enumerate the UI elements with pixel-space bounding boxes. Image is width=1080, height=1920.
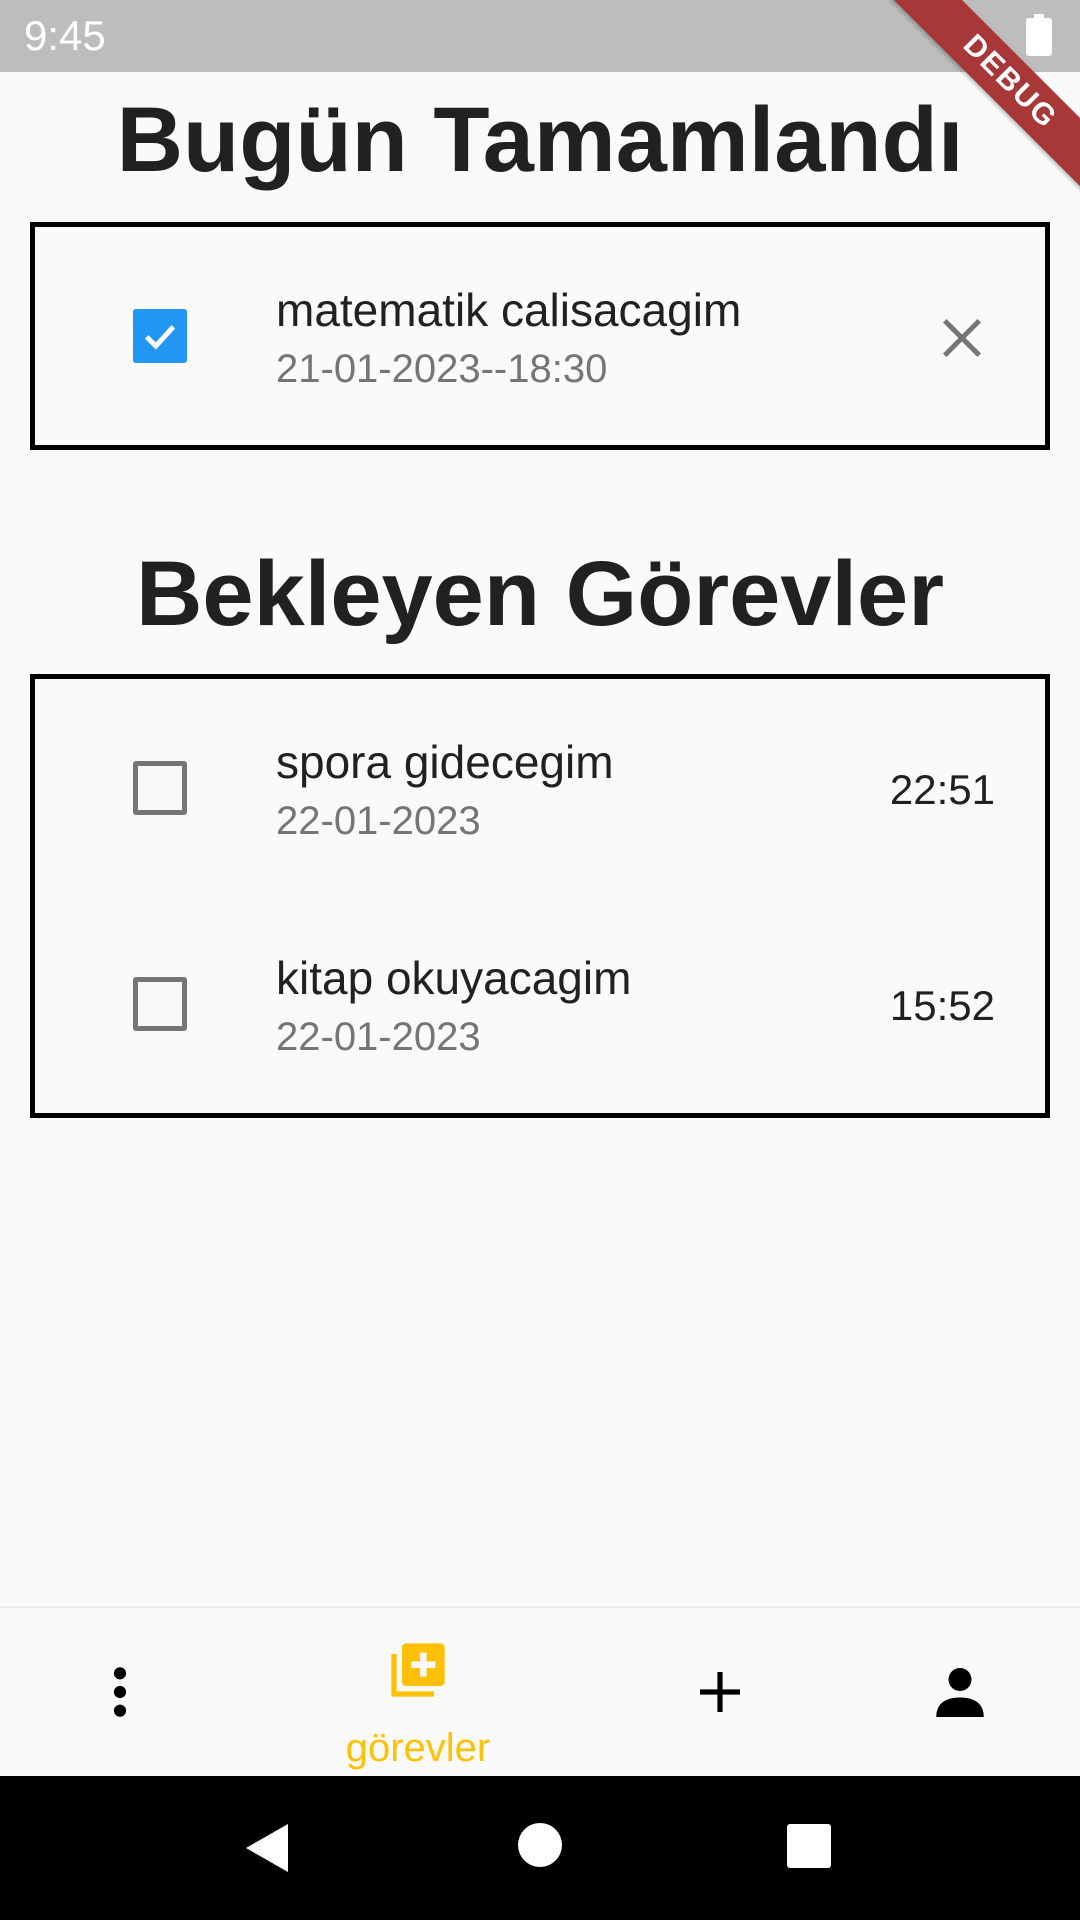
nav-gorevler-label: görevler bbox=[345, 1726, 491, 1770]
system-navigation-bar bbox=[0, 1776, 1080, 1920]
task-checkbox-checked[interactable] bbox=[133, 309, 187, 363]
task-time: 15:52 bbox=[889, 982, 995, 1029]
task-row: matematik calisacagim 21-01-2023--18:30 bbox=[35, 227, 1045, 443]
more-vert-icon bbox=[113, 1667, 127, 1717]
back-icon[interactable] bbox=[244, 1822, 290, 1874]
pending-tasks-box: spora gidecegim 22-01-2023 22:51 kitap o… bbox=[30, 674, 1050, 1118]
task-row: kitap okuyacagim 22-01-2023 15:52 bbox=[35, 895, 1045, 1111]
task-date: 22-01-2023 bbox=[276, 799, 481, 843]
recents-icon[interactable] bbox=[786, 1823, 832, 1869]
home-icon[interactable] bbox=[517, 1822, 563, 1868]
bottom-navigation: görevler bbox=[0, 1606, 1080, 1776]
nav-add-button[interactable] bbox=[620, 1608, 820, 1778]
task-title: spora gidecegim bbox=[276, 736, 614, 788]
check-icon bbox=[144, 325, 176, 350]
close-icon[interactable] bbox=[939, 315, 985, 361]
status-time: 9:45 bbox=[24, 12, 106, 59]
completed-tasks-box: matematik calisacagim 21-01-2023--18:30 bbox=[30, 222, 1050, 450]
nav-more-button[interactable] bbox=[20, 1608, 220, 1778]
task-time: 22:51 bbox=[889, 766, 995, 813]
nav-profile-button[interactable] bbox=[860, 1608, 1060, 1778]
task-checkbox[interactable] bbox=[133, 761, 187, 815]
add-icon bbox=[700, 1672, 740, 1712]
task-date: 22-01-2023 bbox=[276, 1015, 481, 1059]
nav-gorevler-tab[interactable]: görevler bbox=[318, 1608, 518, 1778]
task-title: matematik calisacagim bbox=[276, 284, 742, 336]
task-date: 21-01-2023--18:30 bbox=[276, 347, 608, 391]
task-row: spora gidecegim 22-01-2023 22:51 bbox=[35, 679, 1045, 895]
library-add-icon bbox=[391, 1643, 445, 1697]
completed-section-title: Bugün Tamamlandı bbox=[116, 89, 964, 191]
task-title: kitap okuyacagim bbox=[276, 952, 632, 1004]
pending-section-title: Bekleyen Görevler bbox=[135, 543, 944, 645]
task-checkbox[interactable] bbox=[133, 977, 187, 1031]
person-icon bbox=[936, 1668, 984, 1717]
